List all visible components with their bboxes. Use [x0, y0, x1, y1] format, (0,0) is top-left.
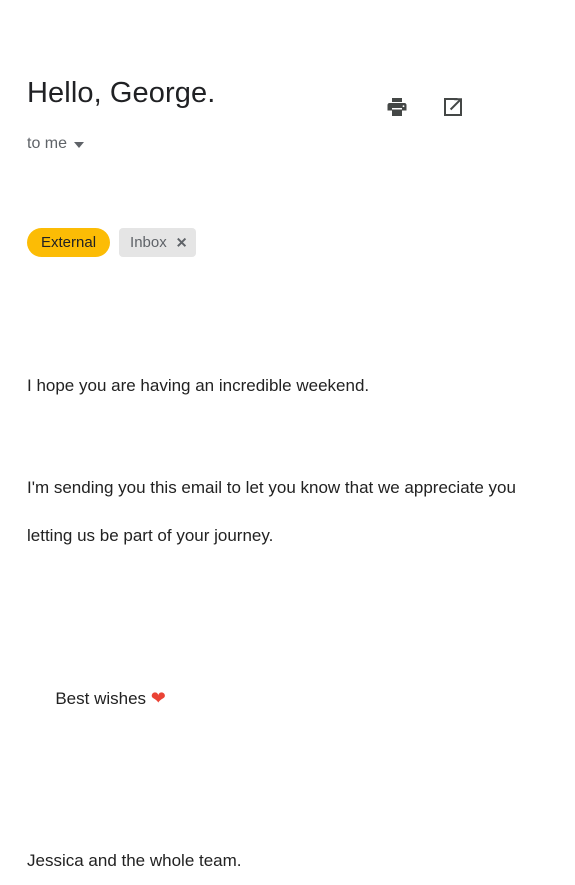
heart-emoji-icon: ❤ [150, 688, 166, 708]
remove-label-icon[interactable]: ✕ [176, 235, 188, 249]
body-signoff: Best wishes ❤ [27, 626, 565, 771]
email-header: Hello, George. to me [0, 74, 575, 166]
recipient-label: to me [27, 135, 68, 152]
email-body: I hope you are having an incredible week… [27, 362, 565, 885]
print-button[interactable] [378, 88, 416, 126]
open-in-new-window-button[interactable] [434, 88, 472, 126]
label-chip-external-text: External [41, 234, 97, 251]
external-link-icon [441, 95, 465, 119]
signoff-text: Best wishes [55, 689, 151, 708]
body-paragraph-1: I hope you are having an incredible week… [27, 376, 370, 395]
body-paragraph-2: I'm sending you this email to let you kn… [27, 478, 521, 545]
body-signature: Jessica and the whole team. [27, 851, 242, 870]
email-message-view: Hello, George. to me External Inbox ✕ I … [0, 0, 575, 873]
label-chip-inbox[interactable]: Inbox ✕ [119, 228, 197, 257]
chevron-down-icon [74, 142, 85, 148]
label-chip-external[interactable]: External [27, 228, 111, 257]
email-subject: Hello, George. [27, 77, 216, 109]
label-chip-inbox-text: Inbox [130, 234, 167, 251]
email-labels: External Inbox ✕ [27, 228, 197, 257]
recipient-details-toggle[interactable]: to me [27, 134, 85, 154]
printer-icon [385, 95, 409, 119]
email-header-actions [378, 88, 472, 126]
